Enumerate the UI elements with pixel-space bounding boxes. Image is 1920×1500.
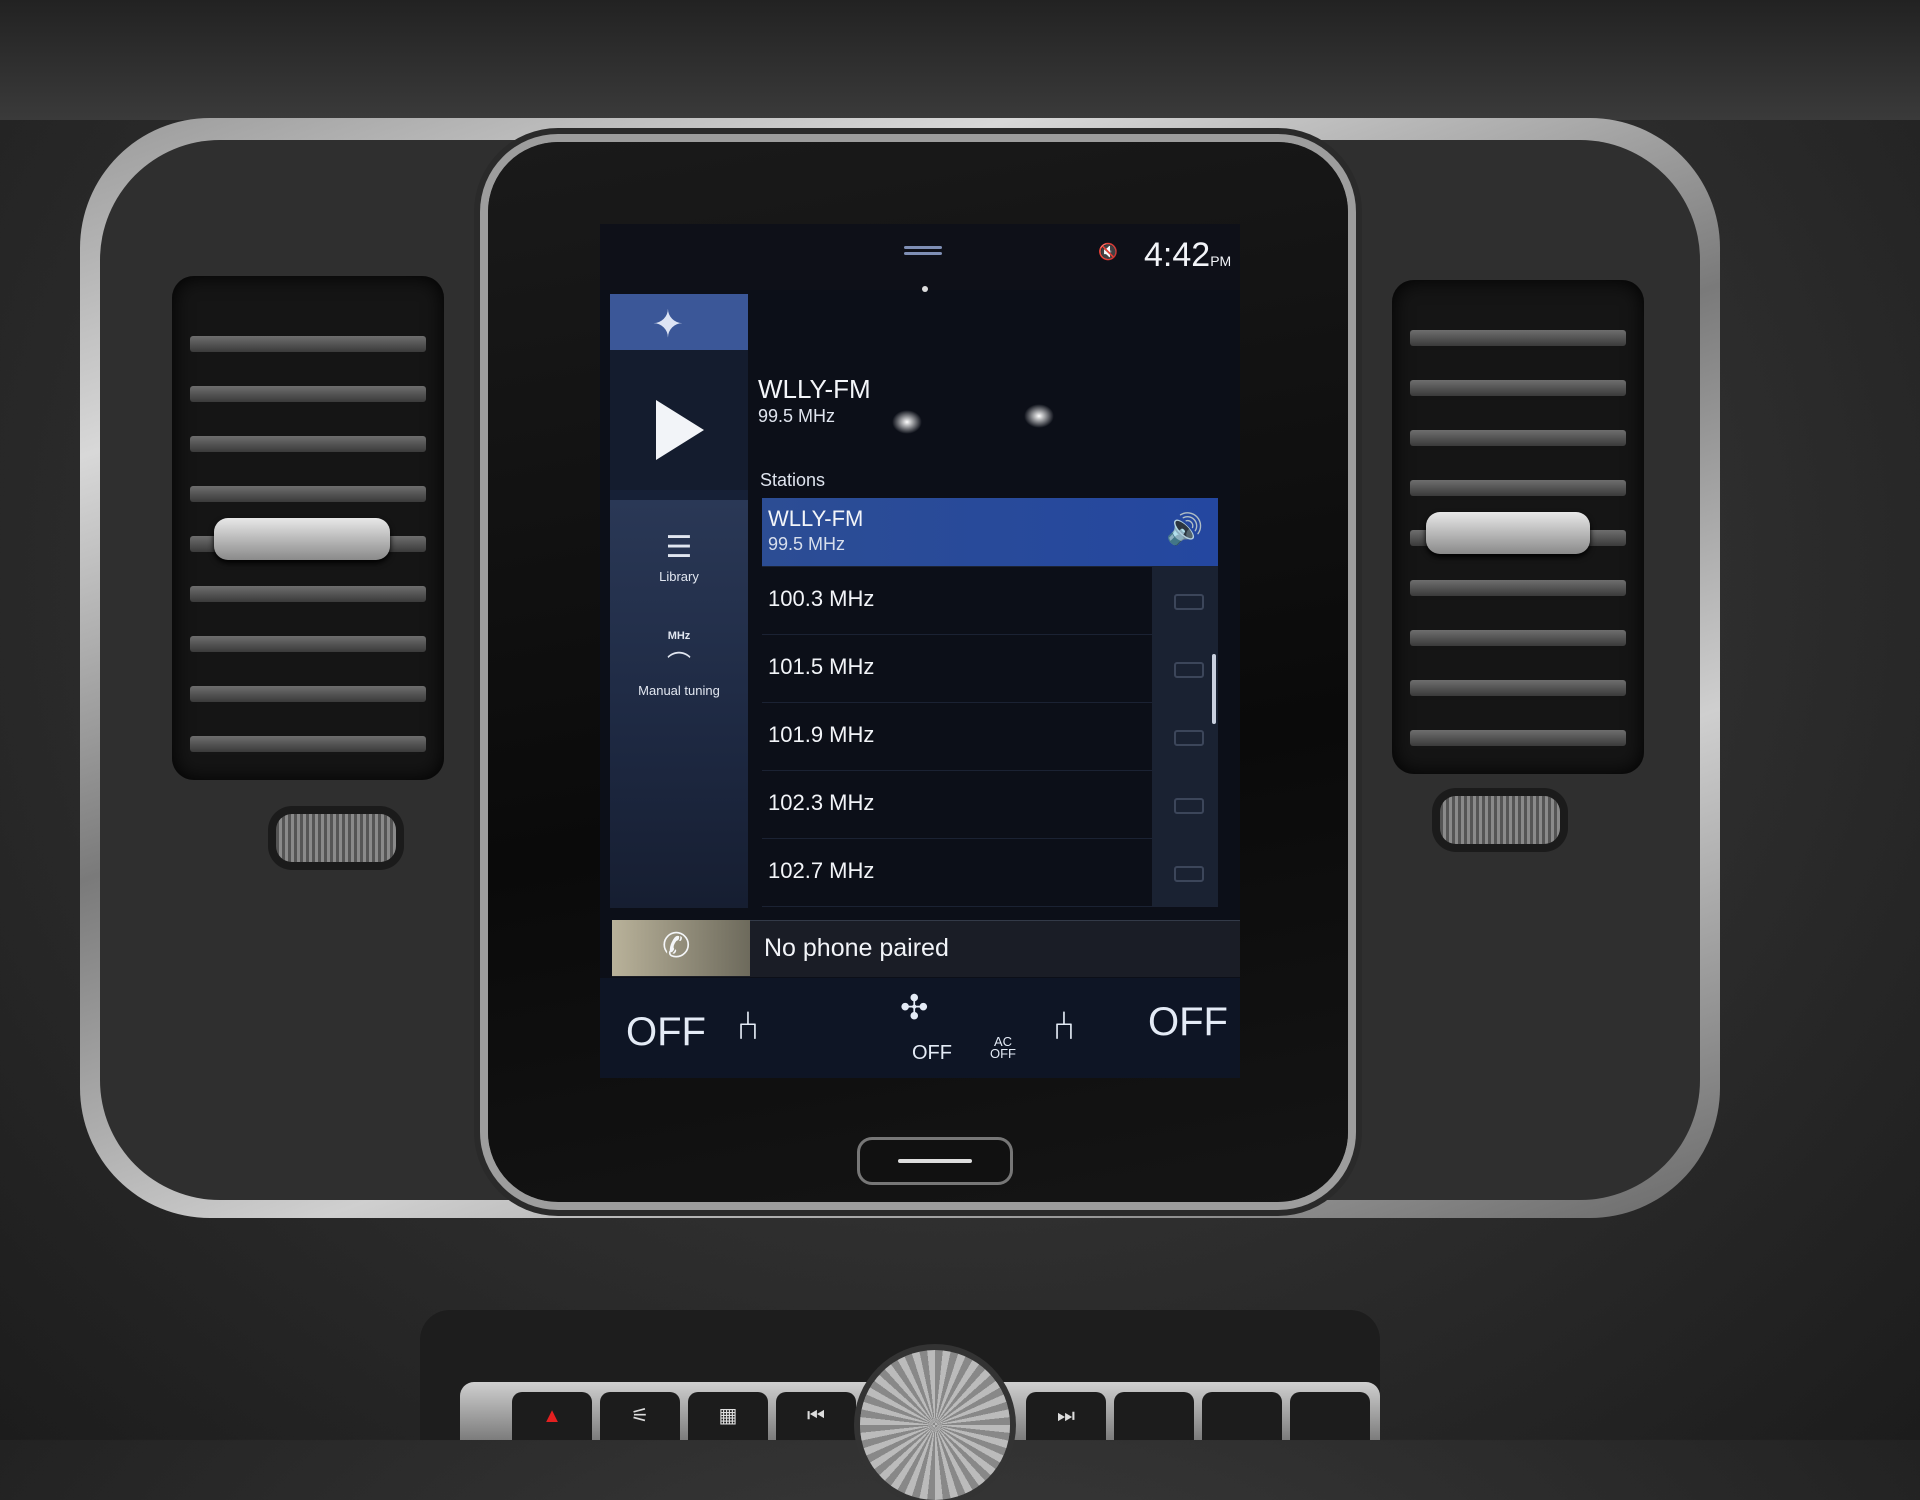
play-icon[interactable] [656,400,704,460]
favorite-toggle[interactable] [1152,702,1218,770]
ac-button[interactable]: AC OFF [990,1035,1016,1060]
speaker-playing-icon: 🔊 [1166,513,1204,546]
phone-icon: ✆ [662,927,691,965]
passenger-seat-heat-icon[interactable]: ⑃ [1052,1004,1076,1049]
favorite-icon [1174,730,1204,746]
now-playing-station: WLLY-FM [758,374,871,404]
station-row[interactable]: 101.9 MHz [762,702,1218,771]
volume-knob[interactable] [860,1350,1010,1500]
station-row[interactable]: 101.5 MHz [762,634,1218,703]
manual-tuning-label: Manual tuning [638,683,720,698]
station-row-active[interactable]: WLLY-FM 99.5 MHz 🔊 [762,498,1218,567]
station-frequency: 101.5 MHz [768,654,875,679]
rear-defrost-button[interactable]: ⚟ [600,1392,680,1440]
console-button[interactable] [1202,1392,1282,1440]
left-vent-adjuster[interactable] [214,518,390,560]
phone-status: No phone paired [764,934,949,962]
station-list: WLLY-FM 99.5 MHz 🔊 100.3 MHz 101.5 MHz 1… [762,498,1218,908]
station-row[interactable]: 100.3 MHz [762,566,1218,635]
right-vent-wheel[interactable] [1440,796,1560,844]
station-frequency: 102.3 MHz [768,790,875,815]
library-button[interactable]: ☰ Library [610,530,748,584]
favorite-icon [1174,662,1204,678]
defrost-button[interactable]: ▦ [688,1392,768,1440]
compass-icon: ✦ [652,304,684,346]
station-name: WLLY-FM [768,506,864,531]
library-label: Library [659,569,699,584]
station-list-scrollbar[interactable] [1212,654,1216,724]
station-frequency: 99.5 MHz [768,534,846,554]
tuning-dial-icon: ⌒ [667,651,691,678]
stations-heading: Stations [760,470,826,490]
favorite-toggle[interactable] [1152,566,1218,634]
favorite-toggle[interactable] [1152,838,1218,906]
console-button[interactable] [1114,1392,1194,1440]
favorite-toggle[interactable] [1152,770,1218,838]
previous-track-button[interactable]: ⏮ [776,1392,856,1440]
favorite-icon [1174,866,1204,882]
station-frequency: 102.7 MHz [768,858,875,883]
infotainment-screen: 🔇 4:42PM ✦ ☰ Library MHz ⌒ Manual tuning… [600,224,1240,1078]
dashboard-top [0,0,1920,120]
mhz-badge: MHz [667,630,691,642]
speaker-muted-icon: 🔇 [1098,244,1118,261]
console-button[interactable] [1290,1392,1370,1440]
driver-seat-heat-icon[interactable]: ⑃ [736,1004,760,1049]
top-drag-handle-icon[interactable] [904,246,942,258]
home-button[interactable] [860,1140,1010,1182]
page-indicator [922,286,928,292]
hazard-button[interactable]: ▲ [512,1392,592,1440]
fan-icon[interactable]: ✣ [900,988,929,1028]
station-row[interactable]: 102.7 MHz [762,838,1218,907]
left-vent-wheel[interactable] [276,814,396,862]
favorite-toggle[interactable] [1152,634,1218,702]
passenger-temperature[interactable]: OFF [1148,1000,1228,1045]
station-row[interactable]: 102.3 MHz [762,770,1218,839]
station-frequency: 101.9 MHz [768,722,875,747]
glare-reflection [1024,404,1054,428]
favorite-icon [1174,798,1204,814]
manual-tuning-button[interactable]: MHz ⌒ Manual tuning [610,630,748,698]
driver-temperature[interactable]: OFF [626,1010,706,1055]
now-playing-frequency: 99.5 MHz [758,406,836,426]
list-icon: ☰ [665,531,693,564]
next-track-button[interactable]: ⏭ [1026,1392,1106,1440]
right-vent-adjuster[interactable] [1426,512,1590,554]
fan-status: OFF [912,1042,952,1064]
station-frequency: 100.3 MHz [768,586,875,611]
glare-reflection [892,410,922,434]
favorite-icon [1174,594,1204,610]
clock: 4:42PM [1144,236,1232,274]
